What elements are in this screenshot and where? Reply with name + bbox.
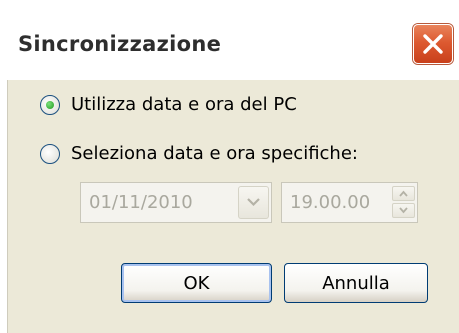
chevron-down-icon (399, 207, 408, 214)
time-spinner[interactable] (392, 186, 415, 219)
option-label: Utilizza data e ora del PC (71, 94, 297, 115)
cancel-button[interactable]: Annulla (284, 263, 428, 303)
close-button[interactable] (413, 24, 453, 64)
spin-down-button[interactable] (392, 203, 415, 218)
radio-selected-dot (46, 100, 54, 109)
dialog-title: Sincronizzazione (18, 32, 222, 56)
chevron-up-icon (399, 190, 408, 197)
chevron-down-icon (247, 198, 260, 207)
option-label: Seleziona data e ora specifiche: (71, 143, 358, 164)
option-use-pc-time[interactable]: Utilizza data e ora del PC (40, 94, 297, 115)
time-value: 19.00.00 (290, 192, 371, 213)
date-value: 01/11/2010 (89, 192, 193, 213)
close-icon (423, 34, 443, 54)
ok-button[interactable]: OK (121, 263, 272, 303)
time-picker[interactable]: 19.00.00 (281, 182, 418, 223)
radio-use-pc-time[interactable] (40, 94, 60, 115)
option-specific-time[interactable]: Seleziona data e ora specifiche: (40, 143, 358, 164)
date-dropdown-button[interactable] (238, 186, 269, 219)
radio-specific-time[interactable] (40, 143, 60, 164)
title-bar: Sincronizzazione (0, 0, 459, 80)
date-picker[interactable]: 01/11/2010 (80, 182, 272, 223)
sync-dialog: Sincronizzazione Utilizza data e ora del… (0, 0, 459, 333)
spin-up-button[interactable] (392, 186, 415, 201)
